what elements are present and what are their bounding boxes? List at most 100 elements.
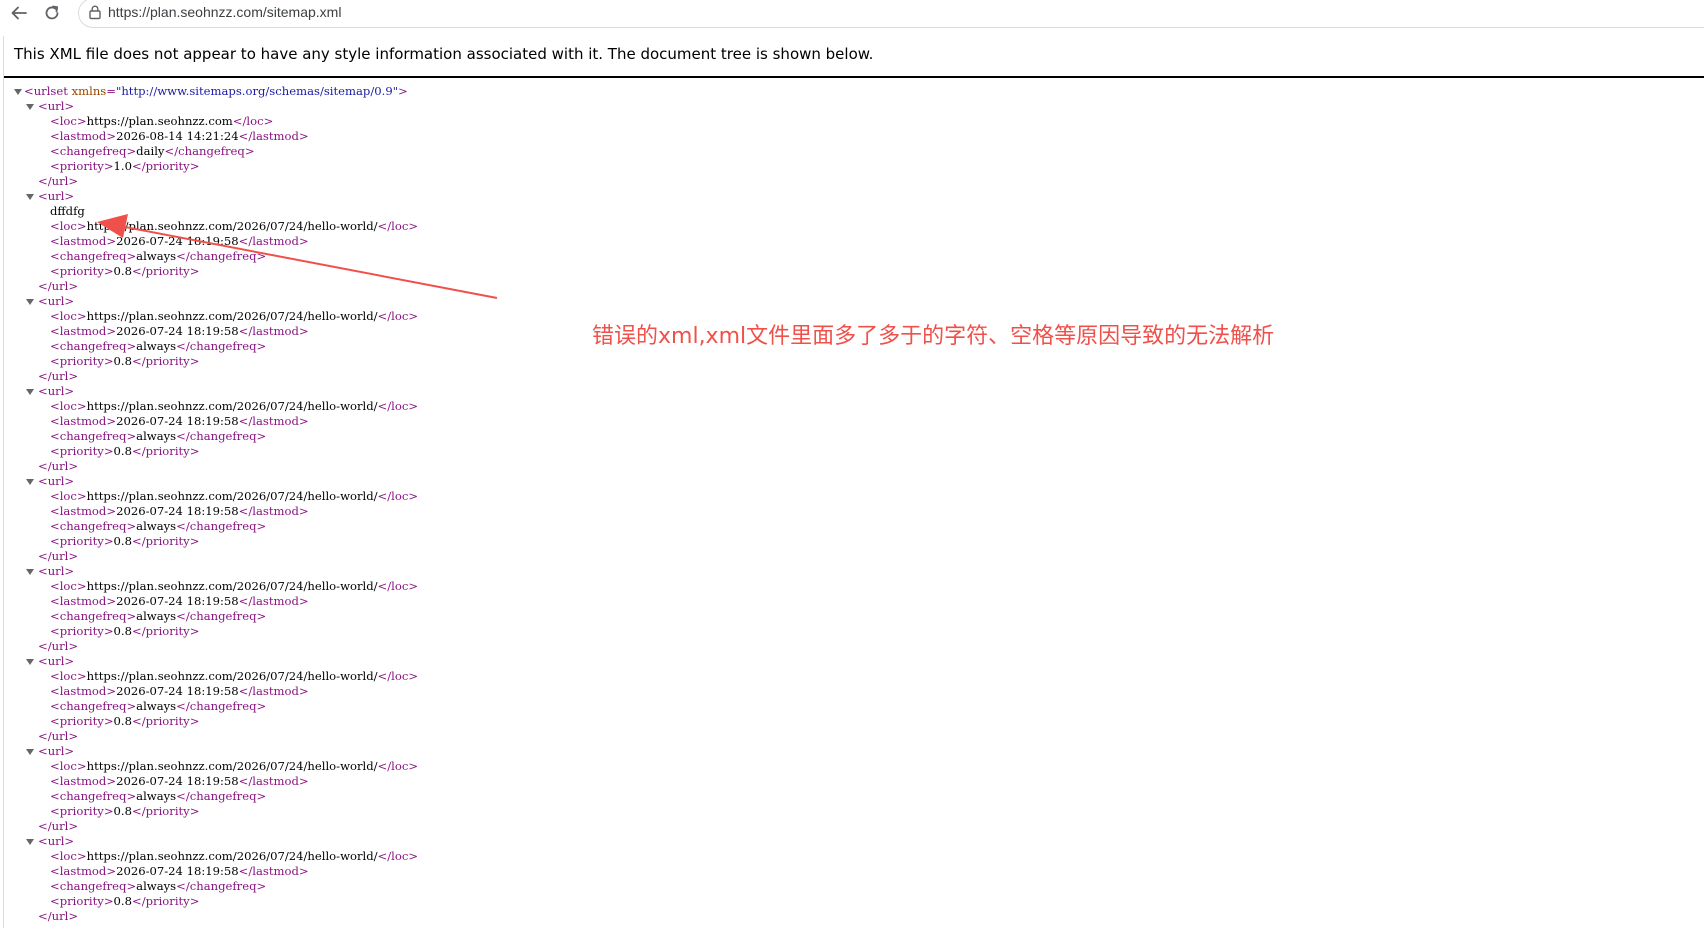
xml-lastmod: <lastmod>2026-07-24 18:19:58</lastmod> — [50, 234, 309, 248]
loc-value: https://plan.seohnzz.com/2026/07/24/hell… — [86, 219, 378, 233]
xml-url-open: <url> — [38, 474, 75, 488]
priority-value: 0.8 — [113, 714, 132, 728]
collapse-triangle-icon[interactable] — [26, 298, 34, 306]
changefreq-value: daily — [136, 144, 165, 158]
xml-priority: <priority>1.0</priority> — [50, 159, 200, 173]
priority-value: 0.8 — [113, 894, 132, 908]
priority-value: 0.8 — [113, 624, 132, 638]
lastmod-value: 2026-07-24 18:19:58 — [116, 234, 239, 248]
xml-stray-text: dffdfg — [50, 204, 85, 218]
lastmod-value: 2026-07-24 18:19:58 — [116, 594, 239, 608]
xml-url-open: <url> — [38, 834, 75, 848]
collapse-triangle-icon[interactable] — [26, 568, 34, 576]
xml-lastmod: <lastmod>2026-07-24 18:19:58</lastmod> — [50, 504, 309, 518]
xml-url-open: <url> — [38, 384, 75, 398]
lastmod-value: 2026-07-24 18:19:58 — [116, 324, 239, 338]
back-button[interactable] — [8, 2, 30, 24]
reload-icon — [45, 5, 59, 20]
lastmod-value: 2026-07-24 18:19:58 — [116, 774, 239, 788]
stray-text: dffdfg — [50, 204, 85, 218]
lastmod-value: 2026-07-24 18:19:58 — [116, 864, 239, 878]
priority-value: 0.8 — [113, 534, 132, 548]
collapse-triangle-icon[interactable] — [26, 388, 34, 396]
xml-changefreq: <changefreq>always</changefreq> — [50, 609, 267, 623]
xml-priority: <priority>0.8</priority> — [50, 624, 200, 638]
xml-url-open: <url> — [38, 564, 75, 578]
xml-url-open: <url> — [38, 99, 75, 113]
xml-url-open: <url> — [38, 189, 75, 203]
collapse-triangle-icon[interactable] — [26, 748, 34, 756]
changefreq-value: always — [136, 879, 177, 893]
priority-value: 0.8 — [113, 354, 132, 368]
collapse-triangle-icon[interactable] — [26, 658, 34, 666]
lastmod-value: 2026-07-24 18:19:58 — [116, 414, 239, 428]
address-bar[interactable]: https://plan.seohnzz.com/sitemap.xml — [78, 0, 1704, 28]
xml-lastmod: <lastmod>2026-07-24 18:19:58</lastmod> — [50, 774, 309, 788]
xml-url-close: </url> — [38, 909, 79, 923]
changefreq-value: always — [136, 519, 177, 533]
arrow-left-icon — [11, 6, 27, 20]
xml-url-close: </url> — [38, 459, 79, 473]
xml-priority: <priority>0.8</priority> — [50, 714, 200, 728]
changefreq-value: always — [136, 249, 177, 263]
collapse-triangle-icon[interactable] — [26, 193, 34, 201]
loc-value: https://plan.seohnzz.com/2026/07/24/hell… — [86, 579, 378, 593]
changefreq-value: always — [136, 609, 177, 623]
xml-lastmod: <lastmod>2026-08-14 14:21:24</lastmod> — [50, 129, 309, 143]
xml-priority: <priority>0.8</priority> — [50, 444, 200, 458]
priority-value: 0.8 — [113, 444, 132, 458]
xml-url-open: <url> — [38, 744, 75, 758]
xml-url-open: <url> — [38, 654, 75, 668]
xml-changefreq: <changefreq>always</changefreq> — [50, 519, 267, 533]
loc-value: https://plan.seohnzz.com/2026/07/24/hell… — [86, 849, 378, 863]
collapse-triangle-icon[interactable] — [26, 838, 34, 846]
collapse-triangle-icon[interactable] — [26, 103, 34, 111]
xml-lastmod: <lastmod>2026-07-24 18:19:58</lastmod> — [50, 864, 309, 878]
loc-value: https://plan.seohnzz.com/2026/07/24/hell… — [86, 399, 378, 413]
xml-changefreq: <changefreq>always</changefreq> — [50, 249, 267, 263]
reload-button[interactable] — [41, 2, 63, 24]
priority-value: 0.8 — [113, 264, 132, 278]
browser-toolbar: https://plan.seohnzz.com/sitemap.xml — [0, 0, 1704, 28]
loc-value: https://plan.seohnzz.com — [86, 114, 233, 128]
collapse-triangle-icon[interactable] — [26, 478, 34, 486]
changefreq-value: always — [136, 339, 177, 353]
loc-value: https://plan.seohnzz.com/2026/07/24/hell… — [86, 669, 378, 683]
divider — [4, 76, 1704, 78]
xml-url-close: </url> — [38, 549, 79, 563]
xml-loc: <loc>https://plan.seohnzz.com/2026/07/24… — [50, 219, 419, 233]
xml-loc: <loc>https://plan.seohnzz.com/2026/07/24… — [50, 849, 419, 863]
xml-url-close: </url> — [38, 369, 79, 383]
xml-url-close: </url> — [38, 279, 79, 293]
xml-lastmod: <lastmod>2026-07-24 18:19:58</lastmod> — [50, 684, 309, 698]
loc-value: https://plan.seohnzz.com/2026/07/24/hell… — [86, 309, 378, 323]
xml-changefreq: <changefreq>always</changefreq> — [50, 429, 267, 443]
xml-priority: <priority>0.8</priority> — [50, 534, 200, 548]
loc-value: https://plan.seohnzz.com/2026/07/24/hell… — [86, 759, 378, 773]
url-text[interactable]: https://plan.seohnzz.com/sitemap.xml — [108, 4, 341, 20]
xml-lastmod: <lastmod>2026-07-24 18:19:58</lastmod> — [50, 414, 309, 428]
priority-value: 1.0 — [113, 159, 132, 173]
xml-url-close: </url> — [38, 729, 79, 743]
xml-priority: <priority>0.8</priority> — [50, 354, 200, 368]
xml-priority: <priority>0.8</priority> — [50, 894, 200, 908]
xml-priority: <priority>0.8</priority> — [50, 264, 200, 278]
xml-changefreq: <changefreq>always</changefreq> — [50, 879, 267, 893]
xml-changefreq: <changefreq>always</changefreq> — [50, 789, 267, 803]
xml-loc: <loc>https://plan.seohnzz.com/2026/07/24… — [50, 759, 419, 773]
site-info-icon[interactable] — [87, 4, 103, 20]
xml-urlset-open: <urlset xmlns="http://www.sitemaps.org/s… — [24, 84, 408, 98]
changefreq-value: always — [136, 789, 177, 803]
xml-loc: <loc>https://plan.seohnzz.com</loc> — [50, 114, 274, 128]
collapse-triangle-icon[interactable] — [14, 88, 22, 96]
xml-url-open: <url> — [38, 294, 75, 308]
xml-loc: <loc>https://plan.seohnzz.com/2026/07/24… — [50, 399, 419, 413]
page-content: This XML file does not appear to have an… — [3, 36, 1704, 928]
xml-url-close: </url> — [38, 174, 79, 188]
changefreq-value: always — [136, 429, 177, 443]
xml-changefreq: <changefreq>daily</changefreq> — [50, 144, 255, 158]
xml-changefreq: <changefreq>always</changefreq> — [50, 339, 267, 353]
xml-loc: <loc>https://plan.seohnzz.com/2026/07/24… — [50, 669, 419, 683]
annotation-text: 错误的xml,xml文件里面多了多于的字符、空格等原因导致的无法解析 — [592, 324, 1275, 349]
lastmod-value: 2026-08-14 14:21:24 — [116, 129, 239, 143]
